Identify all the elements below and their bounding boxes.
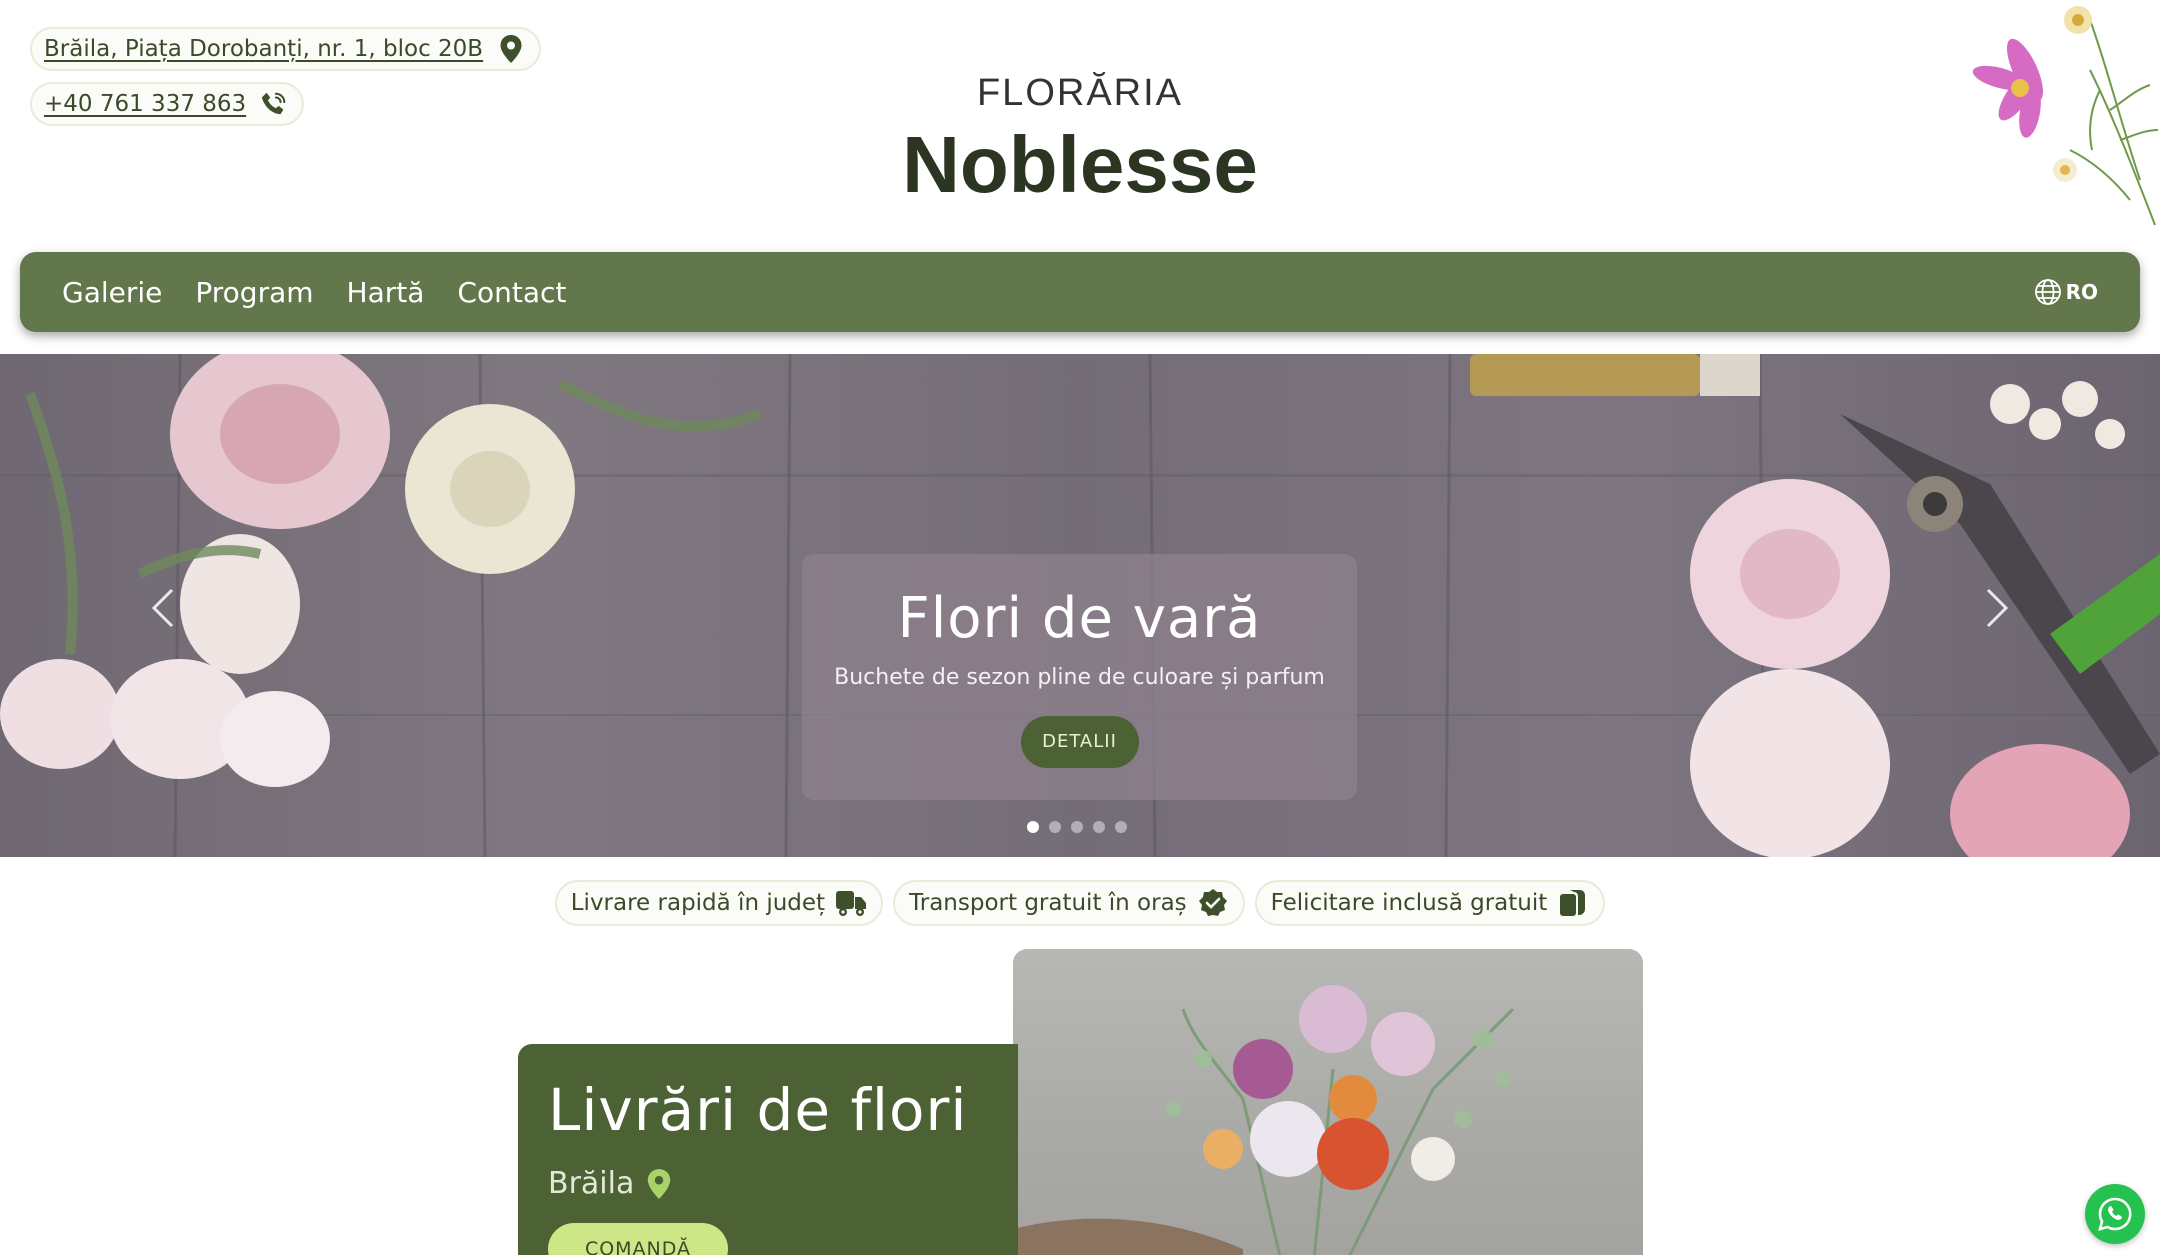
globe-icon: [2034, 279, 2061, 305]
brand-subtitle: FLORĂRIA: [976, 72, 1184, 114]
language-switcher[interactable]: RO: [2034, 278, 2098, 306]
card-icon: [1557, 887, 1589, 919]
nav-item-harta[interactable]: Hartă: [347, 276, 425, 309]
order-button[interactable]: COMANDĂ: [548, 1223, 728, 1255]
hero-carousel: Flori de vară Buchete de sezon pline de …: [0, 354, 2160, 857]
carousel-dot[interactable]: [1093, 821, 1105, 833]
whatsapp-button[interactable]: [2085, 1184, 2145, 1244]
feature-fast-delivery: Livrare rapidă în județ: [554, 880, 884, 926]
delivery-title: Livrări de flori: [548, 1076, 968, 1144]
feature-badges: Livrare rapidă în județ Transport gratui…: [0, 880, 2160, 926]
carousel-dot[interactable]: [1115, 821, 1127, 833]
whatsapp-icon: [2098, 1197, 2132, 1231]
carousel-prev-arrow[interactable]: [148, 586, 178, 630]
bouquet-photo: [1013, 949, 1643, 1255]
address-link[interactable]: Brăila, Piața Dorobanți, nr. 1, bloc 20B: [30, 27, 542, 71]
hero-caption-card: Flori de vară Buchete de sezon pline de …: [802, 554, 1357, 800]
nav-item-program[interactable]: Program: [195, 276, 313, 309]
cosmos-flower-illustration: [1972, 6, 2159, 226]
carousel-dot[interactable]: [1027, 821, 1039, 833]
check-badge-icon: [1197, 887, 1229, 919]
map-pin-icon: [648, 1168, 671, 1199]
carousel-next-arrow[interactable]: [1982, 586, 2012, 630]
map-pin-icon: [497, 34, 525, 64]
feature-label: Livrare rapidă în județ: [570, 890, 826, 916]
language-code: RO: [2065, 280, 2098, 304]
feature-free-card: Felicitare inclusă gratuit: [1254, 880, 1606, 926]
carousel-indicators: [1027, 821, 1127, 833]
hero-subtitle: Buchete de sezon pline de culoare și par…: [834, 665, 1325, 690]
carousel-dot[interactable]: [1049, 821, 1061, 833]
address-text: Brăila, Piața Dorobanți, nr. 1, bloc 20B: [44, 36, 484, 62]
feature-label: Felicitare inclusă gratuit: [1270, 890, 1548, 916]
carousel-dot[interactable]: [1071, 821, 1083, 833]
bouquet-illustration: [1013, 985, 1515, 1255]
hero-details-button[interactable]: DETALII: [1020, 716, 1139, 768]
delivery-city: Brăila: [548, 1166, 988, 1201]
nav-item-contact[interactable]: Contact: [457, 276, 566, 309]
delivery-city-label: Brăila: [548, 1166, 635, 1201]
feature-free-transport: Transport gratuit în oraș: [893, 880, 1245, 926]
main-navbar: Galerie Program Hartă Contact RO: [20, 252, 2140, 332]
brand-title: Noblesse: [902, 120, 1258, 209]
feature-label: Transport gratuit în oraș: [909, 890, 1187, 916]
truck-icon: [835, 887, 867, 919]
nav-links: Galerie Program Hartă Contact: [62, 276, 566, 309]
hero-title: Flori de vară: [897, 586, 1262, 651]
delivery-card: Livrări de flori Brăila COMANDĂ: [518, 1044, 1018, 1255]
nav-item-galerie[interactable]: Galerie: [62, 276, 162, 309]
